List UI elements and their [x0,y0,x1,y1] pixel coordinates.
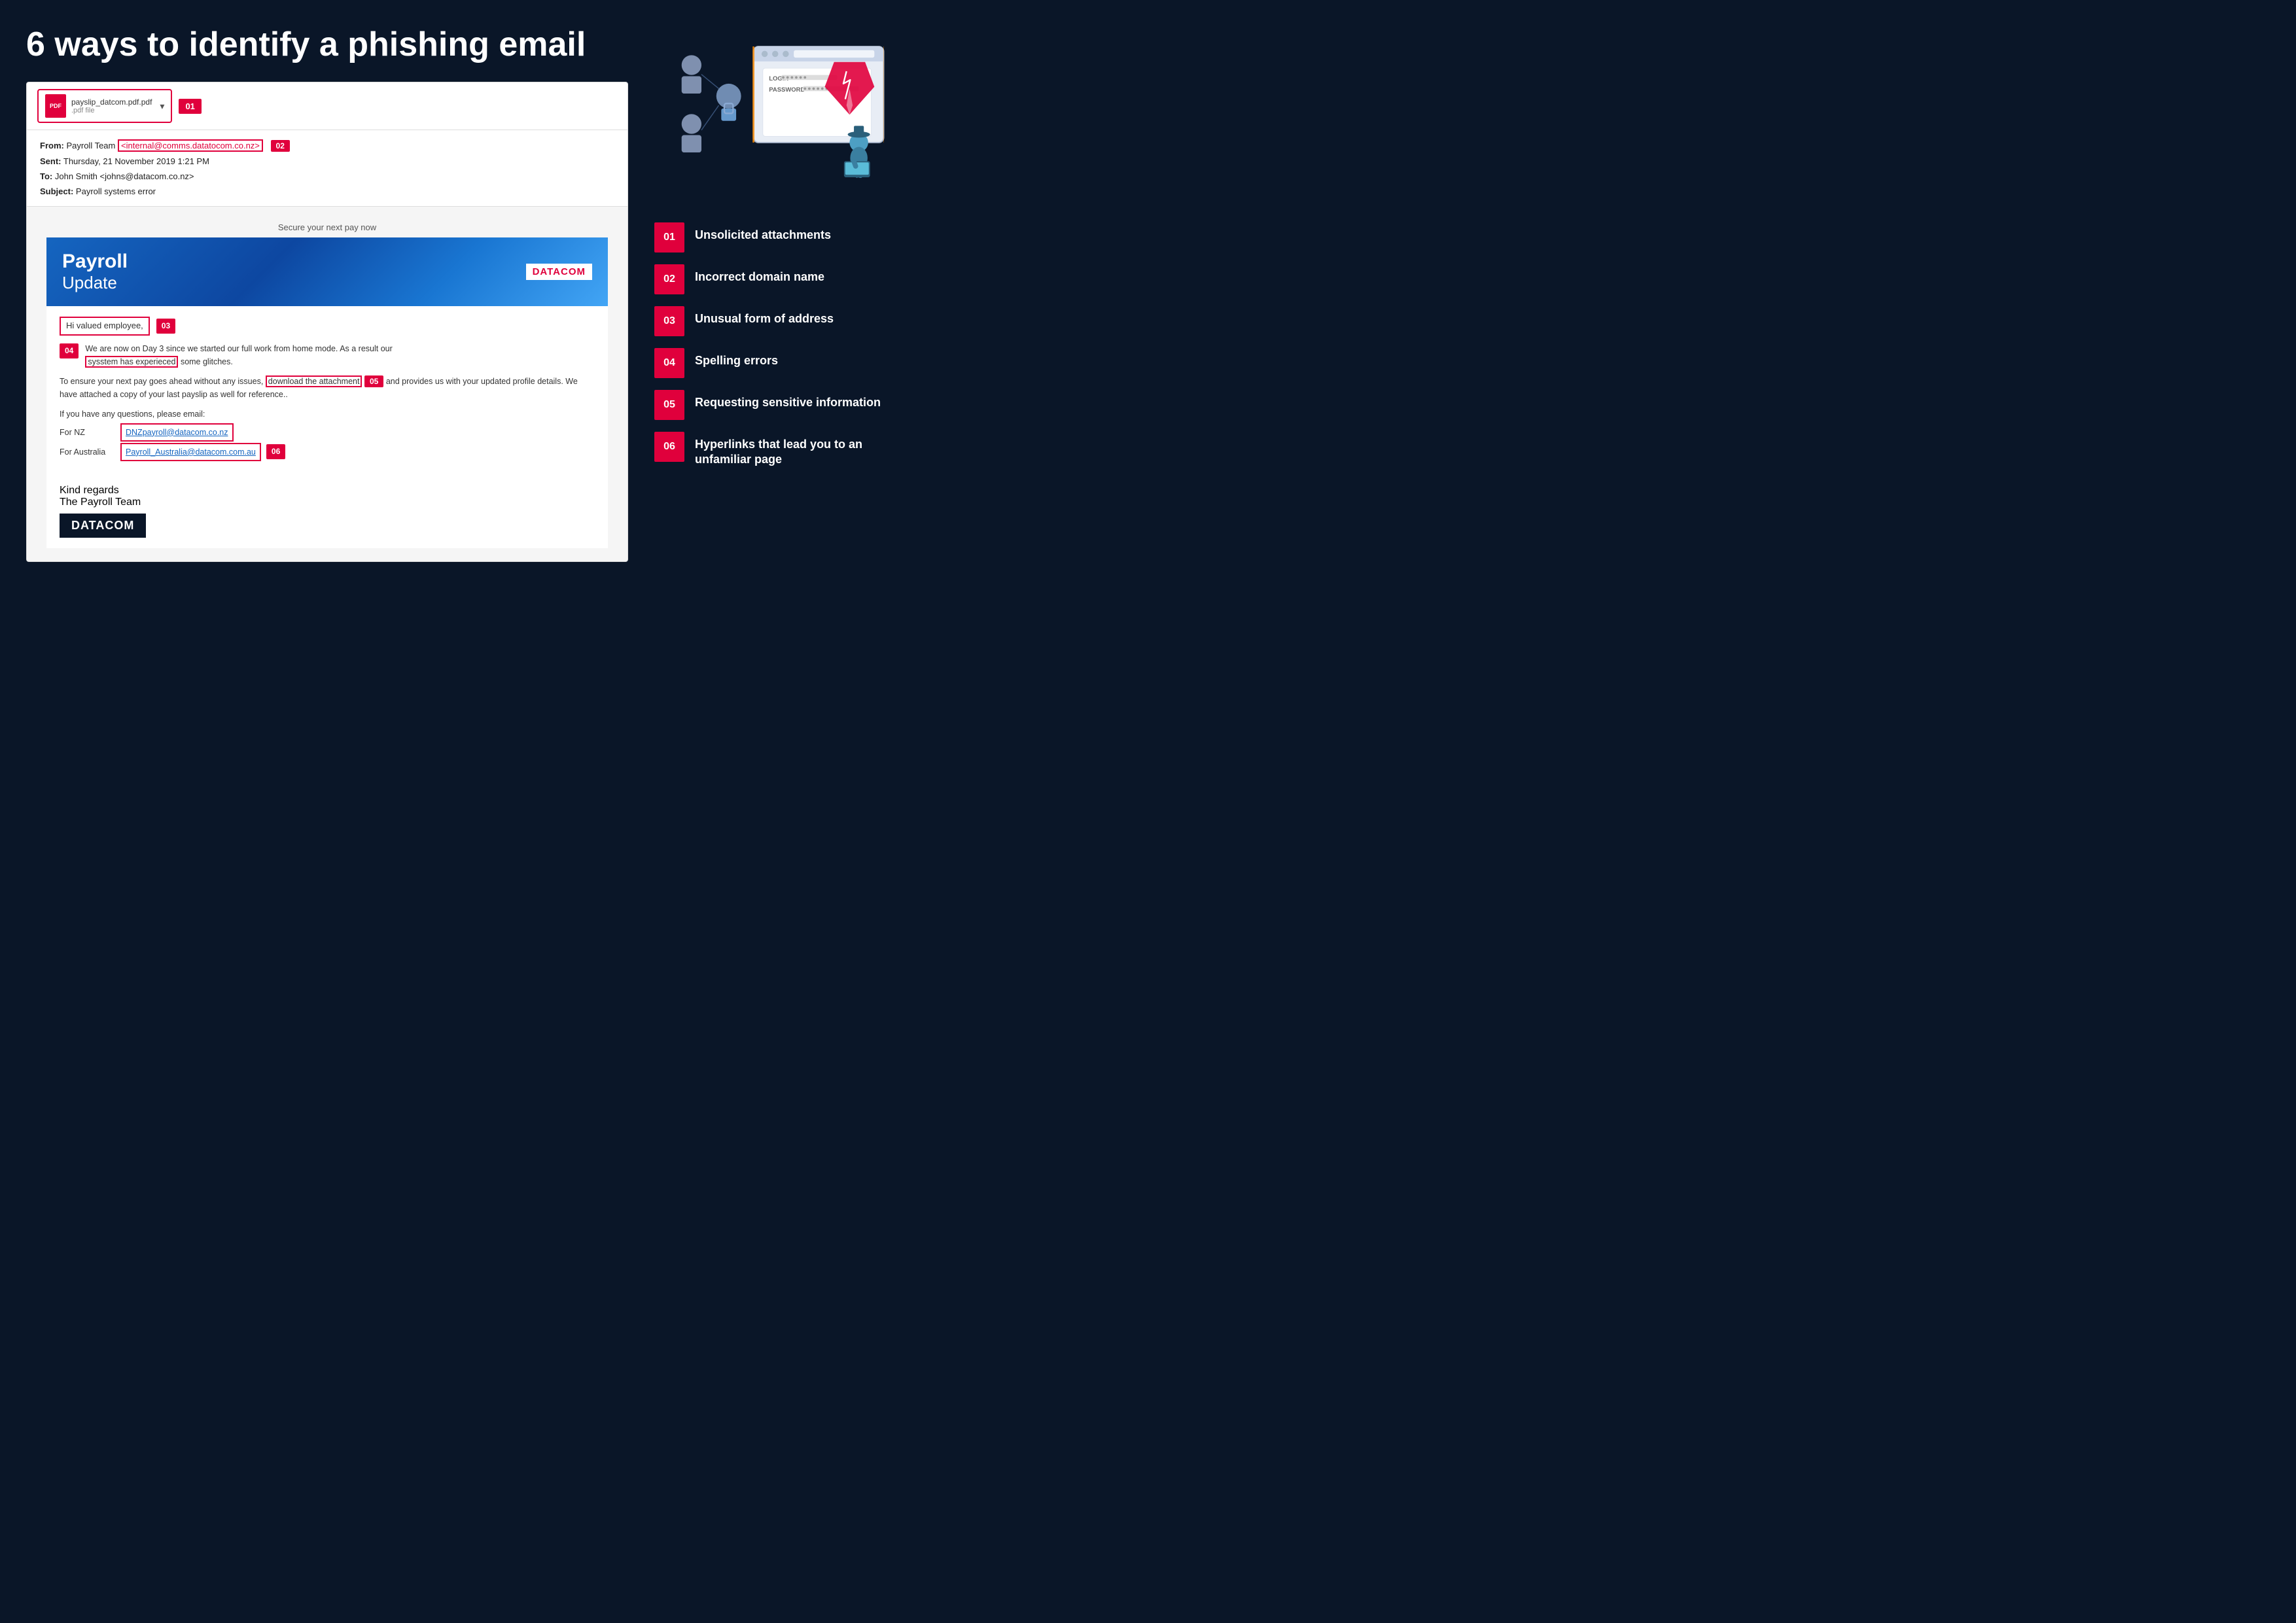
greeting-highlight: Hi valued employee, [60,317,150,336]
nz-email-box: DNZpayroll@datacom.co.nz [120,423,234,442]
questions-section: If you have any questions, please email:… [60,408,595,461]
sent-value: Thursday, 21 November 2019 1:21 PM [63,156,209,166]
au-label-text: For Australia [60,445,115,459]
subject-value: Payroll systems error [76,186,156,196]
email-body-inner: Payroll Update DATACOM Hi valued employe… [46,237,608,548]
from-email-highlight: <internal@comms.datatocom.co.nz> [118,139,263,152]
item-badge-1: 01 [654,222,684,253]
to-label: To: [40,171,52,181]
para1-after: some glitches. [181,357,233,366]
attachment-bar: PDF payslip_datcom.pdf.pdf .pdf file ▾ 0… [27,82,627,130]
attachment-type: .pdf file [71,107,152,114]
item-label-3: Unusual form of address [695,306,834,326]
email-content: Hi valued employee, 03 04 We are now on … [46,306,608,478]
list-item-1: 01 Unsolicited attachments [654,222,890,253]
para1-text: We are now on Day 3 since we started our… [85,342,392,368]
sent-label: Sent: [40,156,62,166]
download-highlight: download the attachment [266,375,362,387]
email-headers: From: Payroll Team <internal@comms.datat… [27,130,627,207]
datacom-footer-logo: DATACOM [60,514,146,538]
item-badge-4: 04 [654,348,684,378]
questions-text: If you have any questions, please email: [60,408,595,421]
attachment-box[interactable]: PDF payslip_datcom.pdf.pdf .pdf file ▾ [37,89,172,123]
payroll-update: Update [62,273,128,293]
datacom-footer-text: DATACOM [71,519,134,532]
illustration-area: LOGIN PASSWORD [654,26,890,209]
item-badge-3: 03 [654,306,684,336]
au-email-box: Payroll_Australia@datacom.com.au [120,443,261,461]
closing1: Kind regards [60,485,595,497]
list-item-3: 03 Unusual form of address [654,306,890,336]
from-name: Payroll Team [66,141,115,150]
list-item-2: 02 Incorrect domain name [654,264,890,294]
list-item-5: 05 Requesting sensitive information [654,390,890,420]
chevron-down-icon: ▾ [160,101,164,112]
greeting-row: Hi valued employee, 03 [60,317,595,336]
para1-row: 04 We are now on Day 3 since we started … [60,342,595,368]
item-label-6: Hyperlinks that lead you to an unfamilia… [695,432,890,468]
main-title: 6 ways to identify a phishing email [26,26,628,63]
item-label-5: Requesting sensitive information [695,390,881,410]
items-list: 01 Unsolicited attachments 02 Incorrect … [654,222,890,468]
pdf-icon: PDF [45,94,66,118]
para2-before: To ensure your next pay goes ahead witho… [60,377,263,386]
item-badge-2: 02 [654,264,684,294]
email-footer: Kind regards The Payroll Team DATACOM [46,478,608,548]
badge-01-attachment: 01 [179,99,201,114]
to-value: John Smith <johns@datacom.co.nz> [55,171,194,181]
para2-text: To ensure your next pay goes ahead witho… [60,375,595,401]
item-label-1: Unsolicited attachments [695,222,831,243]
attachment-info: payslip_datcom.pdf.pdf .pdf file [71,97,152,114]
left-section: 6 ways to identify a phishing email PDF … [26,26,628,623]
svg-text:PASSWORD: PASSWORD [769,86,805,94]
item-badge-5: 05 [654,390,684,420]
payroll-bold: Payroll [62,251,128,273]
list-item-4: 04 Spelling errors [654,348,890,378]
badge-04-spelling: 04 [60,343,79,358]
email-mockup: PDF payslip_datcom.pdf.pdf .pdf file ▾ 0… [26,82,628,562]
email-to-row: To: John Smith <johns@datacom.co.nz> [40,169,614,184]
para2-row: To ensure your next pay goes ahead witho… [60,375,595,401]
item-badge-6: 06 [654,432,684,462]
badge-05-sensitive: 05 [364,375,383,387]
right-section: LOGIN PASSWORD [654,26,890,623]
attachment-filename: payslip_datcom.pdf.pdf [71,97,152,107]
nz-label-text: For NZ [60,426,115,439]
spelling-highlight: sysstem has experieced [85,356,178,368]
payroll-banner: Payroll Update DATACOM [46,237,608,306]
secure-text: Secure your next pay now [46,217,608,237]
closing2: The Payroll Team [60,497,595,508]
item-label-4: Spelling errors [695,348,778,368]
subject-label: Subject: [40,186,73,196]
badge-03-greeting: 03 [156,319,175,334]
email-from-row: From: Payroll Team <internal@comms.datat… [40,138,614,153]
email-subject-row: Subject: Payroll systems error [40,184,614,199]
payroll-text: Payroll Update [62,251,128,293]
datacom-logo-banner: DATACOM [533,266,586,277]
email-sent-row: Sent: Thursday, 21 November 2019 1:21 PM [40,154,614,169]
item-label-2: Incorrect domain name [695,264,824,285]
from-label: From: [40,141,64,150]
datacom-badge-banner: DATACOM [526,264,592,280]
badge-02-domain: 02 [271,140,290,152]
para1-before: We are now on Day 3 since we started our… [85,344,392,353]
email-body: Secure your next pay now Payroll Update … [27,207,627,561]
phishing-illustration: LOGIN PASSWORD [654,26,890,209]
badge-06-hyperlinks: 06 [266,444,285,459]
list-item-6: 06 Hyperlinks that lead you to an unfami… [654,432,890,468]
